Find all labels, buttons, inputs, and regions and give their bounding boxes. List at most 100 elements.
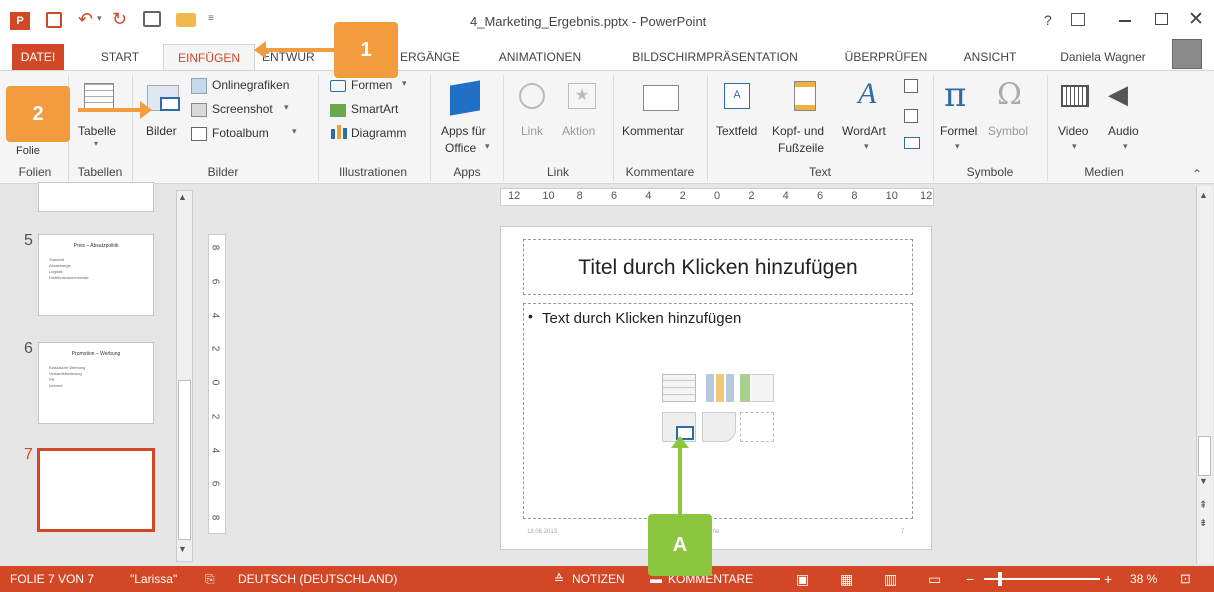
next-slide-icon[interactable]: ⇟ <box>1199 518 1207 529</box>
scroll-up-icon[interactable]: ▲ <box>1199 190 1208 200</box>
smartart-button[interactable]: SmartArt <box>351 102 398 116</box>
action-button[interactable]: Aktion <box>562 124 595 138</box>
undo-dropdown-icon[interactable]: ▾ <box>97 13 102 24</box>
photo-album-dropdown-icon[interactable]: ▾ <box>292 126 297 137</box>
screenshot-button[interactable]: Screenshot <box>212 102 273 116</box>
redo-icon[interactable]: ↻ <box>112 9 127 30</box>
pictures-button[interactable]: Bilder <box>146 124 177 138</box>
notes-icon[interactable]: ≙ <box>554 566 564 592</box>
date-time-icon[interactable] <box>904 79 918 93</box>
scroll-down-icon[interactable]: ▼ <box>1199 476 1208 486</box>
shapes-button[interactable]: Formen <box>351 78 392 92</box>
zoom-level[interactable]: 38 % <box>1130 566 1157 592</box>
photo-album-button[interactable]: Fotoalbum <box>212 126 269 140</box>
zoom-slider-thumb[interactable] <box>998 572 1002 586</box>
slide-canvas[interactable]: Titel durch Klicken hinzufügen • Text du… <box>500 226 932 550</box>
apps-dropdown-icon[interactable]: ▾ <box>485 141 490 152</box>
content-placeholder[interactable]: • Text durch Klicken hinzufügen <box>523 303 913 519</box>
reading-view-icon[interactable]: ▥ <box>884 566 897 592</box>
slide-thumbnail-selected[interactable] <box>37 448 155 532</box>
notes-button[interactable]: NOTIZEN <box>572 566 625 592</box>
insert-video-icon[interactable] <box>740 412 774 442</box>
screenshot-dropdown-icon[interactable]: ▾ <box>284 102 289 113</box>
slide-sorter-icon[interactable]: ▦ <box>840 566 853 592</box>
slide-number-icon[interactable] <box>904 109 918 123</box>
comment-button[interactable]: Kommentar <box>622 124 684 138</box>
new-slide-button[interactable]: Folie <box>16 145 40 157</box>
help-icon[interactable]: ? <box>1044 12 1052 28</box>
action-icon: ★ <box>568 83 596 109</box>
save-icon[interactable] <box>46 12 62 28</box>
status-language[interactable]: DEUTSCH (DEUTSCHLAND) <box>238 566 397 592</box>
online-pictures-button[interactable]: Onlinegrafiken <box>212 78 289 92</box>
header-footer-button-line2[interactable]: Fußzeile <box>778 141 824 155</box>
fit-to-window-icon[interactable]: ⊡ <box>1180 566 1191 592</box>
insert-online-picture-icon[interactable] <box>702 412 736 442</box>
presentation-start-icon[interactable] <box>143 11 161 27</box>
equation-dropdown-icon[interactable]: ▾ <box>955 141 960 152</box>
open-folder-icon[interactable] <box>176 13 196 27</box>
scroll-thumb[interactable] <box>178 380 191 540</box>
video-button[interactable]: Video <box>1058 124 1088 138</box>
ruler-label: 4 <box>209 447 221 453</box>
wordart-button[interactable]: WordArt <box>842 124 886 138</box>
tab-ansicht[interactable]: ANSICHT <box>950 44 1030 70</box>
symbol-button[interactable]: Symbol <box>988 124 1028 138</box>
thumbnail-title: Preis – Absatzpolitik <box>73 243 119 249</box>
apps-for-office-button[interactable]: Apps für <box>441 124 486 138</box>
normal-view-icon[interactable]: ▣ <box>796 566 809 592</box>
footer-date: 18.06.2013 <box>527 529 558 535</box>
ruler-label: 2 <box>209 413 221 420</box>
insert-chart-icon[interactable] <box>702 374 736 402</box>
chart-button[interactable]: Diagramm <box>351 126 406 140</box>
tab-einfuegen[interactable]: EINFÜGEN <box>163 44 255 71</box>
scroll-down-icon[interactable]: ▼ <box>178 544 187 554</box>
tab-uebergaenge[interactable]: ERGÄNGE <box>400 44 460 70</box>
equation-button[interactable]: Formel <box>940 124 977 138</box>
undo-icon[interactable]: ↶ <box>78 9 93 30</box>
table-button[interactable]: Tabelle <box>78 124 116 138</box>
previous-slide-icon[interactable]: ⇞ <box>1199 500 1207 511</box>
maximize-icon[interactable] <box>1155 13 1168 25</box>
collapse-ribbon-icon[interactable]: ⌃ <box>1192 167 1202 181</box>
status-bar: FOLIE 7 VON 7 "Larissa" ⎘ DEUTSCH (DEUTS… <box>0 566 1214 592</box>
status-slide-count: FOLIE 7 VON 7 <box>10 572 95 586</box>
wordart-dropdown-icon[interactable]: ▾ <box>864 141 869 152</box>
slide-thumbnail[interactable]: Preis – Absatzpolitik Standort Absatzweg… <box>38 234 154 316</box>
tab-ueberpruefen[interactable]: ÜBERPRÜFEN <box>836 44 936 70</box>
tab-animationen[interactable]: ANIMATIONEN <box>485 44 595 70</box>
spellcheck-icon[interactable]: ⎘ <box>205 566 215 592</box>
arrow-head-icon <box>671 436 689 448</box>
object-icon[interactable] <box>904 137 920 149</box>
table-dropdown-icon[interactable]: ▾ <box>94 139 98 148</box>
tab-datei[interactable]: DATEI <box>12 44 64 70</box>
insert-smartart-icon[interactable] <box>740 374 774 402</box>
slideshow-icon[interactable]: ▭ <box>928 566 941 592</box>
slide-thumbnail[interactable]: Promotion – Werbung Klassische Werbung V… <box>38 342 154 424</box>
video-dropdown-icon[interactable]: ▾ <box>1072 141 1077 152</box>
arrow-to-einfuegen <box>262 48 342 52</box>
audio-button[interactable]: Audio <box>1108 124 1139 138</box>
zoom-in-icon[interactable]: + <box>1104 566 1112 592</box>
apps-for-office-button-line2[interactable]: Office <box>445 141 476 155</box>
header-footer-button[interactable]: Kopf- und <box>772 124 824 138</box>
slide-thumbnail[interactable] <box>38 182 154 212</box>
slide-thumbnail-pane: 5 Preis – Absatzpolitik Standort Absatzw… <box>0 182 200 566</box>
minimize-icon[interactable] <box>1119 20 1131 22</box>
tab-start[interactable]: START <box>90 44 150 70</box>
link-button[interactable]: Link <box>521 124 543 138</box>
qat-customize-icon[interactable]: ≡ <box>208 13 214 24</box>
user-name[interactable]: Daniela Wagner <box>1048 44 1158 70</box>
textbox-button[interactable]: Textfeld <box>716 124 757 138</box>
shapes-dropdown-icon[interactable]: ▾ <box>402 78 407 89</box>
zoom-out-icon[interactable]: − <box>966 566 974 592</box>
scroll-up-icon[interactable]: ▲ <box>178 192 187 202</box>
title-placeholder[interactable]: Titel durch Klicken hinzufügen <box>523 239 913 295</box>
ruler-label: 2 <box>748 190 755 202</box>
insert-table-icon[interactable] <box>662 374 696 402</box>
tab-bildschirmpraesentation[interactable]: BILDSCHIRMPRÄSENTATION <box>615 44 815 70</box>
audio-dropdown-icon[interactable]: ▾ <box>1123 141 1128 152</box>
close-icon[interactable]: ✕ <box>1188 8 1204 31</box>
ribbon-display-icon[interactable] <box>1071 13 1085 26</box>
scroll-thumb[interactable] <box>1198 436 1211 476</box>
